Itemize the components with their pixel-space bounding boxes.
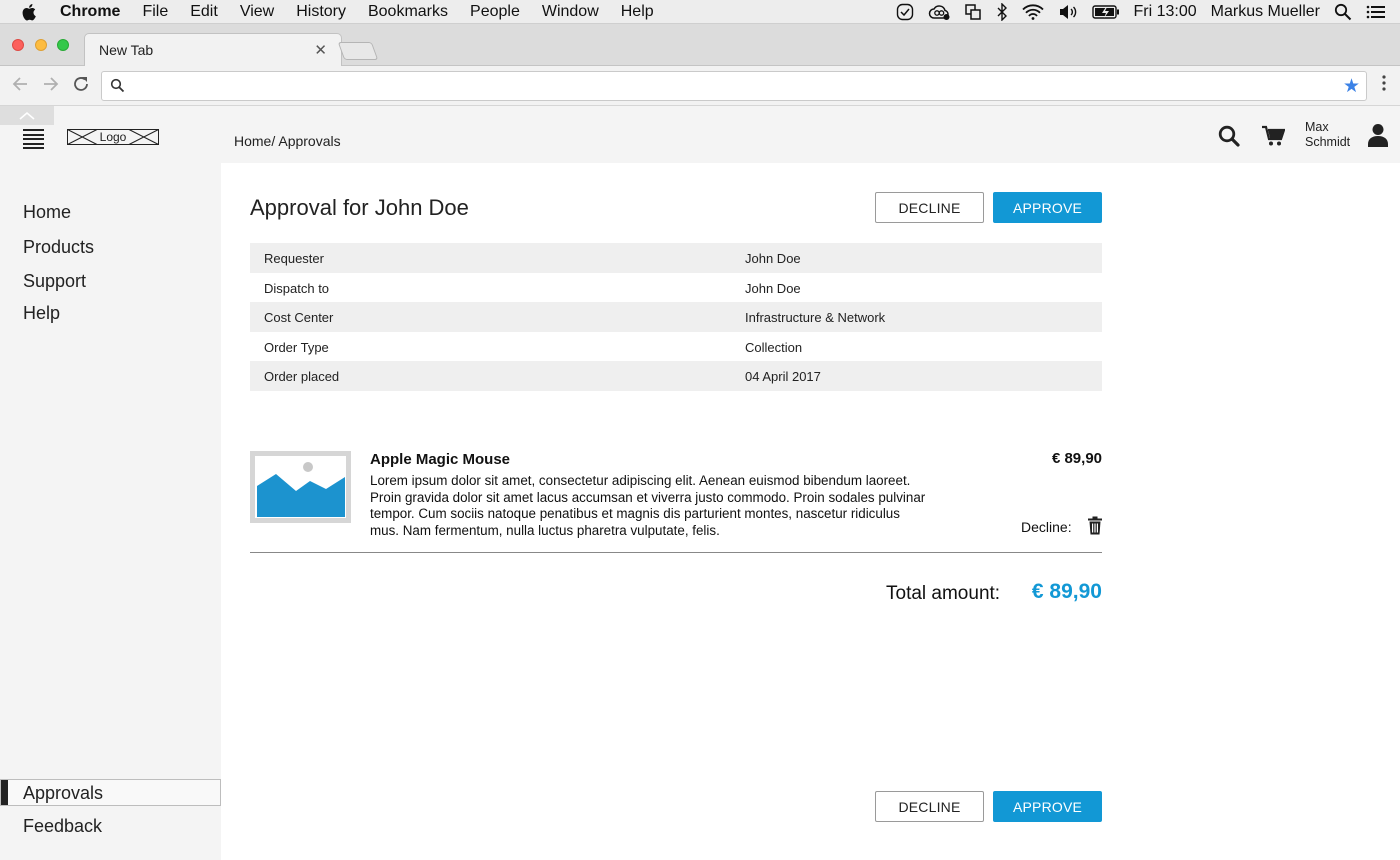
- user-avatar-icon[interactable]: [1367, 123, 1389, 152]
- omnibox-search-icon: [110, 78, 125, 98]
- collapse-header-button[interactable]: [0, 106, 54, 125]
- menu-view[interactable]: View: [240, 3, 274, 21]
- reload-icon[interactable]: [72, 75, 90, 98]
- detail-key: Dispatch to: [264, 280, 330, 296]
- sidebar-item-approvals[interactable]: Approvals: [0, 779, 221, 806]
- approve-button-bottom[interactable]: APPROVE: [993, 791, 1102, 822]
- image-placeholder-icon: [250, 451, 351, 523]
- menu-history[interactable]: History: [296, 3, 346, 21]
- detail-value: John Doe: [745, 280, 801, 296]
- browser-tab-title: New Tab: [99, 42, 154, 58]
- menubar-clock[interactable]: Fri 13:00: [1134, 3, 1197, 21]
- new-tab-button[interactable]: [337, 42, 379, 60]
- logo[interactable]: Logo: [67, 129, 159, 145]
- sidebar-item-help[interactable]: Help: [23, 303, 60, 324]
- sidebar-item-feedback[interactable]: Feedback: [23, 816, 102, 837]
- window-close-button[interactable]: [12, 39, 24, 51]
- browser-tab[interactable]: New Tab ✕: [84, 33, 342, 66]
- sidebar: [0, 163, 221, 860]
- battery-icon[interactable]: [1091, 4, 1120, 20]
- app-header: [0, 106, 1400, 163]
- detail-key: Requester: [264, 251, 324, 266]
- approval-details-table: Requester John Doe Dispatch to John Doe …: [250, 243, 1102, 391]
- menu-edit[interactable]: Edit: [190, 3, 218, 21]
- detail-value: John Doe: [745, 251, 801, 266]
- total-amount-value: € 89,90: [1031, 580, 1102, 603]
- detail-value: 04 April 2017: [745, 369, 821, 384]
- detail-row: Cost Center Infrastructure & Network: [250, 302, 1102, 332]
- total-amount-label: Total amount:: [886, 583, 1001, 604]
- detail-row: Order placed 04 April 2017: [250, 361, 1102, 391]
- volume-icon[interactable]: [1058, 4, 1078, 20]
- detail-key: Cost Center: [264, 310, 334, 325]
- detail-key: Order Type: [264, 339, 329, 355]
- decline-button-bottom[interactable]: DECLINE: [875, 791, 984, 822]
- sidebar-item-products[interactable]: Products: [23, 237, 94, 258]
- detail-row: Dispatch to John Doe: [250, 273, 1102, 303]
- product-price: € 89,90: [1051, 450, 1102, 467]
- trash-icon[interactable]: [1087, 516, 1103, 540]
- item-divider: [250, 552, 1102, 553]
- browser-tab-strip: New Tab ✕: [0, 24, 1400, 66]
- address-bar[interactable]: ★: [101, 71, 1367, 101]
- window-minimize-button[interactable]: [35, 39, 47, 51]
- menu-bookmarks[interactable]: Bookmarks: [368, 3, 448, 21]
- user-last-name: Schmidt: [1305, 135, 1351, 149]
- detail-key: Order placed: [264, 369, 340, 384]
- sidebar-item-support[interactable]: Support: [23, 271, 86, 292]
- product-description: Lorem ipsum dolor sit amet, consectetur …: [370, 473, 926, 539]
- detail-row: Requester John Doe: [250, 243, 1102, 273]
- creative-cloud-icon[interactable]: [928, 3, 950, 21]
- back-arrow-icon[interactable]: [11, 75, 29, 98]
- user-name[interactable]: Max Schmidt: [1305, 120, 1350, 150]
- hamburger-menu-icon[interactable]: [23, 129, 44, 149]
- sidebar-item-approvals-label: Approvals: [23, 783, 104, 803]
- bluetooth-icon[interactable]: [996, 3, 1008, 21]
- macos-menubar: Chrome File Edit View History Bookmarks …: [0, 0, 1400, 24]
- sidebar-item-home[interactable]: Home: [23, 202, 71, 223]
- window-zoom-button[interactable]: [57, 39, 69, 51]
- approve-button-top[interactable]: APPROVE: [993, 192, 1102, 223]
- detail-row: Order Type Collection: [250, 332, 1102, 362]
- item-decline-label: Decline:: [1021, 519, 1072, 535]
- menu-people[interactable]: People: [470, 3, 520, 21]
- user-first-name: Max: [1305, 120, 1329, 134]
- detail-value: Collection: [745, 339, 803, 355]
- spotlight-search-icon[interactable]: [1334, 3, 1352, 21]
- browser-menu-icon[interactable]: [1382, 75, 1386, 94]
- page-title: Approval for John Doe: [250, 195, 469, 220]
- menu-file[interactable]: File: [142, 3, 168, 21]
- checkmark-circle-icon[interactable]: [896, 3, 914, 21]
- forward-arrow-icon[interactable]: [42, 75, 60, 98]
- cart-icon[interactable]: [1261, 125, 1286, 152]
- logo-text: Logo: [99, 130, 127, 144]
- breadcrumb[interactable]: Home/ Approvals: [234, 133, 341, 149]
- menubar-user[interactable]: Markus Mueller: [1211, 3, 1320, 21]
- decline-button-top[interactable]: DECLINE: [875, 192, 984, 223]
- bookmark-star-icon[interactable]: ★: [1343, 75, 1360, 98]
- wifi-icon[interactable]: [1021, 4, 1044, 20]
- product-image-placeholder: [250, 451, 351, 523]
- apple-menu-icon[interactable]: [22, 3, 42, 21]
- detail-value: Infrastructure & Network: [745, 310, 886, 325]
- menu-window[interactable]: Window: [542, 3, 599, 21]
- browser-toolbar: ★: [0, 66, 1400, 106]
- active-indicator: [1, 780, 8, 805]
- menu-app-name[interactable]: Chrome: [60, 3, 120, 21]
- screen-share-icon[interactable]: [964, 3, 982, 21]
- menu-help[interactable]: Help: [621, 3, 654, 21]
- product-name[interactable]: Apple Magic Mouse: [370, 451, 510, 468]
- search-icon[interactable]: [1218, 125, 1240, 152]
- tab-close-icon[interactable]: ✕: [314, 41, 327, 59]
- chevron-up-icon: [19, 111, 35, 120]
- notification-center-icon[interactable]: [1366, 4, 1386, 20]
